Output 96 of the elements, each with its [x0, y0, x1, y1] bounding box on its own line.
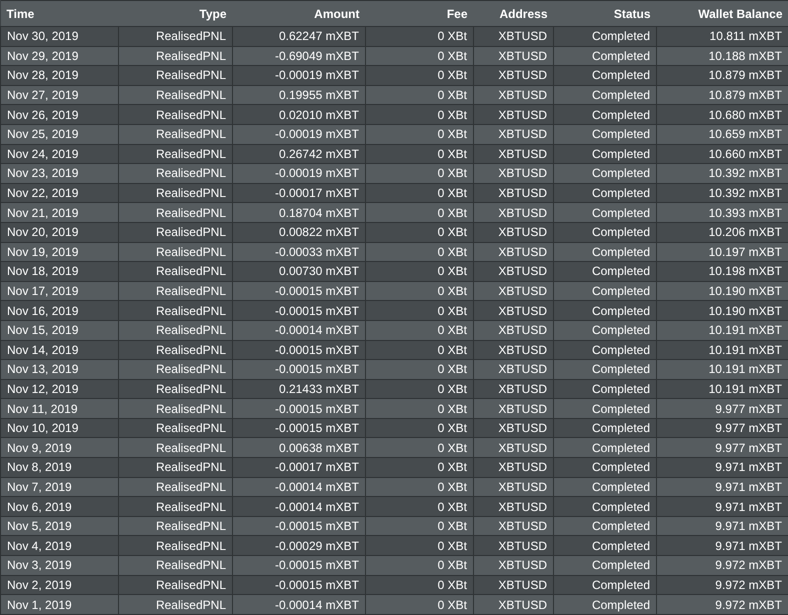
- table-cell: 0 XBt: [366, 458, 474, 478]
- table-cell: Nov 6, 2019: [0, 496, 118, 516]
- table-cell: Nov 21, 2019: [0, 202, 118, 222]
- table-cell: -0.00019 mXBT: [232, 164, 366, 184]
- table-cell: XBTUSD: [474, 202, 554, 222]
- table-cell: XBTUSD: [474, 26, 554, 46]
- table-cell: RealisedPNL: [118, 360, 232, 380]
- table-cell: 0.62247 mXBT: [232, 26, 366, 46]
- table-cell: 0 XBt: [366, 300, 474, 320]
- table-cell: Completed: [554, 202, 656, 222]
- table-cell: XBTUSD: [474, 320, 554, 340]
- table-cell: Nov 15, 2019: [0, 320, 118, 340]
- table-cell: 0 XBt: [366, 556, 474, 576]
- table-cell: XBTUSD: [474, 594, 554, 614]
- table-cell: Completed: [554, 300, 656, 320]
- table-cell: 0 XBt: [366, 124, 474, 144]
- table-cell: Nov 3, 2019: [0, 556, 118, 576]
- table-cell: -0.00015 mXBT: [232, 300, 366, 320]
- table-cell: -0.00014 mXBT: [232, 496, 366, 516]
- table-cell: -0.00015 mXBT: [232, 556, 366, 576]
- table-cell: Nov 1, 2019: [0, 594, 118, 614]
- table-cell: 0 XBt: [366, 26, 474, 46]
- table-cell: Completed: [554, 222, 656, 242]
- table-cell: Nov 25, 2019: [0, 124, 118, 144]
- table-cell: Completed: [554, 164, 656, 184]
- table-cell: 0 XBt: [366, 104, 474, 124]
- table-cell: 0 XBt: [366, 360, 474, 380]
- table-cell: RealisedPNL: [118, 556, 232, 576]
- table-cell: 0 XBt: [366, 398, 474, 418]
- table-cell: RealisedPNL: [118, 300, 232, 320]
- table-cell: Completed: [554, 26, 656, 46]
- table-cell: Nov 23, 2019: [0, 164, 118, 184]
- table-cell: RealisedPNL: [118, 398, 232, 418]
- table-cell: Completed: [554, 262, 656, 282]
- table-cell: -0.00014 mXBT: [232, 320, 366, 340]
- table-cell: Nov 28, 2019: [0, 66, 118, 86]
- table-cell: 0 XBt: [366, 202, 474, 222]
- table-cell: 0 XBt: [366, 66, 474, 86]
- table-cell: RealisedPNL: [118, 124, 232, 144]
- table-cell: XBTUSD: [474, 124, 554, 144]
- table-cell: 0 XBt: [366, 222, 474, 242]
- table-cell: Completed: [554, 66, 656, 86]
- table-cell: Nov 11, 2019: [0, 398, 118, 418]
- table-cell: -0.00019 mXBT: [232, 66, 366, 86]
- table-cell: XBTUSD: [474, 360, 554, 380]
- table-cell: Completed: [554, 496, 656, 516]
- table-cell: 0 XBt: [366, 164, 474, 184]
- table-cell: 0.00822 mXBT: [232, 222, 366, 242]
- table-cell: Completed: [554, 398, 656, 418]
- table-cell: XBTUSD: [474, 458, 554, 478]
- table-cell: 0.00730 mXBT: [232, 262, 366, 282]
- table-cell: RealisedPNL: [118, 222, 232, 242]
- table-cell: Nov 13, 2019: [0, 360, 118, 380]
- table-cell: Nov 20, 2019: [0, 222, 118, 242]
- table-cell: XBTUSD: [474, 262, 554, 282]
- table-cell: 0.18704 mXBT: [232, 202, 366, 222]
- table-cell: RealisedPNL: [118, 66, 232, 86]
- table-cell: Nov 26, 2019: [0, 104, 118, 124]
- table-cell: Nov 18, 2019: [0, 262, 118, 282]
- table-cell: -0.00017 mXBT: [232, 458, 366, 478]
- table-cell: 0 XBt: [366, 320, 474, 340]
- table-cell: RealisedPNL: [118, 104, 232, 124]
- table-cell: Completed: [554, 104, 656, 124]
- table-cell: -0.00015 mXBT: [232, 398, 366, 418]
- table-cell: XBTUSD: [474, 104, 554, 124]
- table-cell: RealisedPNL: [118, 458, 232, 478]
- table-cell: RealisedPNL: [118, 202, 232, 222]
- table-cell: 0 XBt: [366, 496, 474, 516]
- table-cell: XBTUSD: [474, 398, 554, 418]
- table-cell: RealisedPNL: [118, 262, 232, 282]
- table-cell: Completed: [554, 556, 656, 576]
- table-cell: 0 XBt: [366, 594, 474, 614]
- table-cell: XBTUSD: [474, 164, 554, 184]
- table-cell: XBTUSD: [474, 300, 554, 320]
- table-cell: Completed: [554, 320, 656, 340]
- table-cell: RealisedPNL: [118, 26, 232, 46]
- table-cell: 0.02010 mXBT: [232, 104, 366, 124]
- table-cell: XBTUSD: [474, 496, 554, 516]
- table-cell: RealisedPNL: [118, 320, 232, 340]
- table-cell: Nov 30, 2019: [0, 26, 118, 46]
- table-cell: 0 XBt: [366, 262, 474, 282]
- table-cell: Completed: [554, 594, 656, 614]
- table-cell: RealisedPNL: [118, 164, 232, 184]
- table-cell: Nov 16, 2019: [0, 300, 118, 320]
- table-cell: RealisedPNL: [118, 496, 232, 516]
- table-cell: XBTUSD: [474, 222, 554, 242]
- table-cell: Completed: [554, 360, 656, 380]
- table-cell: Nov 8, 2019: [0, 458, 118, 478]
- table-cell: -0.00014 mXBT: [232, 594, 366, 614]
- table-cell: XBTUSD: [474, 556, 554, 576]
- table-cell: -0.00019 mXBT: [232, 124, 366, 144]
- table-cell: XBTUSD: [474, 66, 554, 86]
- table-cell: -0.00015 mXBT: [232, 360, 366, 380]
- table-cell: RealisedPNL: [118, 594, 232, 614]
- table-cell: Completed: [554, 124, 656, 144]
- table-cell: Completed: [554, 458, 656, 478]
